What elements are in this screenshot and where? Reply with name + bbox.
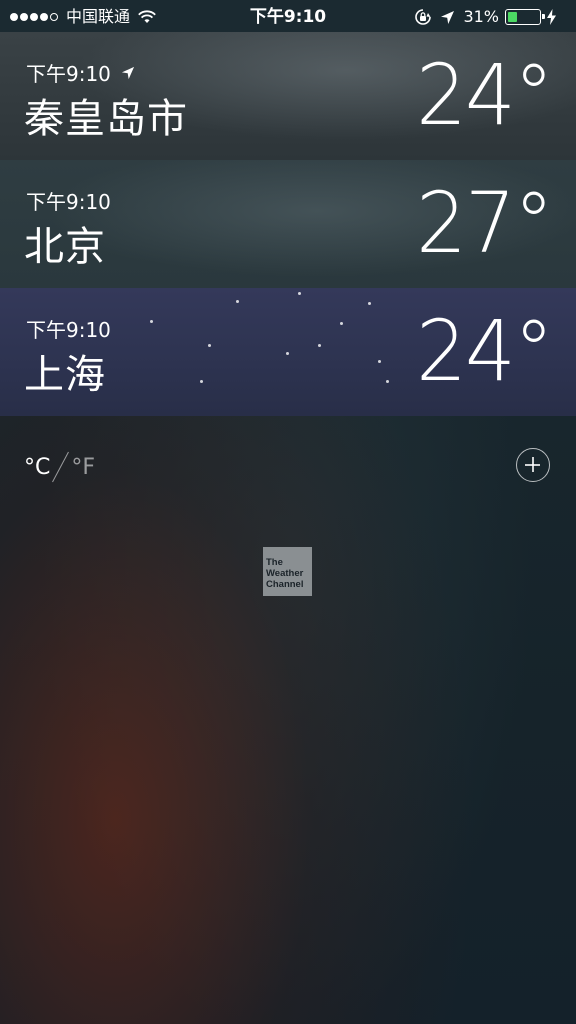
city-local-time: 下午9:10 bbox=[26, 186, 111, 215]
city-temperature: 27° bbox=[416, 174, 554, 272]
unit-toggle[interactable]: °C °F bbox=[24, 450, 95, 484]
city-name: 秦皇岛市 bbox=[24, 96, 188, 142]
city-name: 上海 bbox=[24, 352, 106, 398]
city-row-beijing[interactable]: 下午9:10 北京 27° bbox=[0, 160, 576, 288]
city-time-text: 下午9:10 bbox=[26, 318, 111, 342]
city-row-shanghai[interactable]: 下午9:10 上海 24° bbox=[0, 288, 576, 416]
location-arrow-icon bbox=[441, 10, 455, 24]
logo-line: Channel bbox=[266, 579, 304, 590]
city-row-qinhuangdao[interactable]: 下午9:10 秦皇岛市 24° bbox=[0, 32, 576, 160]
battery-percent: 31% bbox=[463, 7, 499, 26]
fahrenheit-option[interactable]: °F bbox=[71, 455, 95, 480]
status-right: 31% bbox=[414, 0, 564, 34]
celsius-option[interactable]: °C bbox=[24, 455, 50, 480]
status-bar: 中国联通 下午9:10 31% bbox=[0, 0, 576, 34]
add-city-button[interactable] bbox=[516, 448, 550, 482]
rotation-lock-icon bbox=[415, 9, 432, 25]
unit-divider bbox=[52, 451, 70, 483]
city-local-time: 下午9:10 bbox=[26, 58, 135, 87]
logo-line: The bbox=[266, 557, 283, 568]
battery-icon bbox=[505, 9, 545, 25]
logo-line: Weather bbox=[266, 568, 304, 579]
city-time-text: 下午9:10 bbox=[26, 62, 111, 86]
weather-channel-logo[interactable]: The Weather Channel bbox=[263, 547, 312, 596]
city-name: 北京 bbox=[24, 224, 106, 270]
city-temperature: 24° bbox=[416, 302, 554, 400]
city-local-time: 下午9:10 bbox=[26, 314, 111, 343]
city-temperature: 24° bbox=[416, 46, 554, 144]
current-location-icon bbox=[121, 66, 134, 79]
charging-bolt-icon bbox=[547, 9, 556, 25]
city-time-text: 下午9:10 bbox=[26, 190, 111, 214]
